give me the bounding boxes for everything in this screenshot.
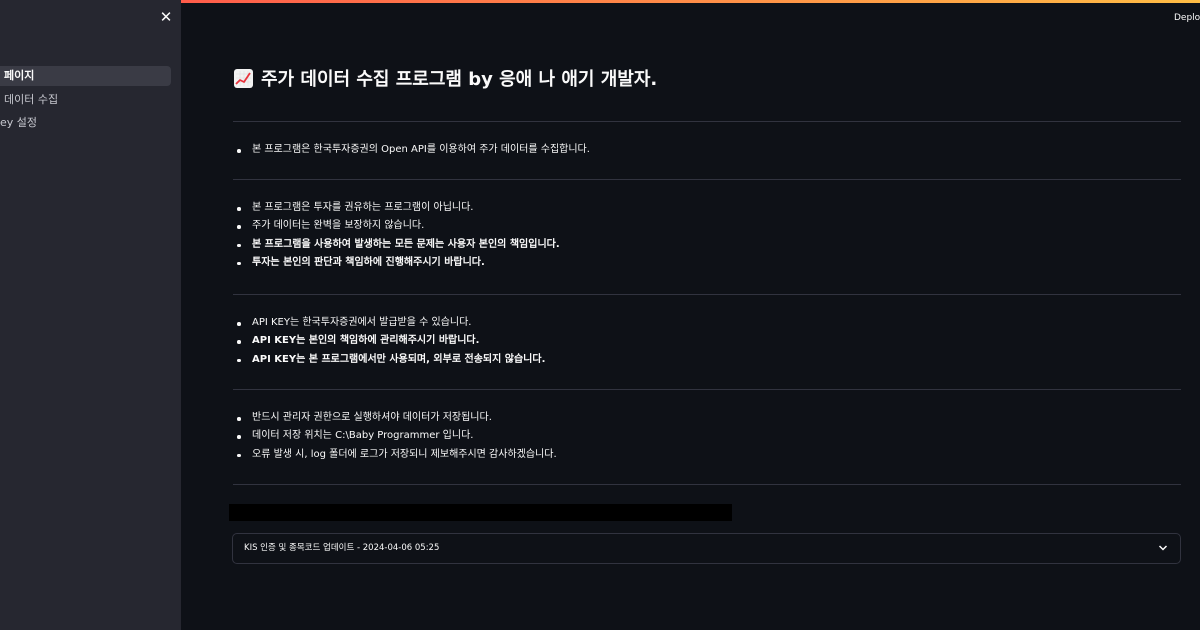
sidebar-nav: 페이지 데이터 수집 ey 설정 (0, 66, 171, 137)
redacted-bar (229, 504, 732, 521)
section-3-list: API KEY는 한국투자증권에서 발급받을 수 있습니다. API KEY는 … (233, 314, 545, 369)
list-item: 본 프로그램은 한국투자증권의 Open API를 이용하여 주가 데이터를 수… (233, 141, 590, 159)
chart-increasing-icon (234, 69, 253, 88)
divider (233, 294, 1181, 295)
list-item: 오류 발생 시, log 폴더에 로그가 저장되니 제보해주시면 감사하겠습니다… (233, 446, 557, 464)
chevron-down-icon[interactable] (1158, 544, 1168, 552)
section-1-list: 본 프로그램은 한국투자증권의 Open API를 이용하여 주가 데이터를 수… (233, 141, 590, 159)
list-item: 반드시 관리자 권한으로 실행하셔야 데이터가 저장됩니다. (233, 409, 557, 427)
sidebar-item-key-settings[interactable]: ey 설정 (0, 113, 171, 133)
sidebar-item-page[interactable]: 페이지 (0, 66, 171, 86)
list-item: 본 프로그램은 투자를 권유하는 프로그램이 아닙니다. (233, 199, 560, 217)
section-2-list: 본 프로그램은 투자를 권유하는 프로그램이 아닙니다. 주가 데이터는 완벽을… (233, 199, 560, 272)
list-item: API KEY는 한국투자증권에서 발급받을 수 있습니다. (233, 314, 545, 332)
list-item: 본 프로그램을 사용하여 발생하는 모든 문제는 사용자 본인의 책임입니다. (233, 236, 560, 254)
expander-label: KIS 인증 및 종목코드 업데이트 - 2024-04-06 05:25 (244, 543, 440, 553)
list-item: API KEY는 본 프로그램에서만 사용되며, 외부로 전송되지 않습니다. (233, 351, 545, 369)
list-item: 투자는 본인의 판단과 책임하에 진행해주시기 바랍니다. (233, 254, 560, 272)
main-content: 주가 데이터 수집 프로그램 by 응애 나 애기 개발자. 본 프로그램은 한… (181, 0, 1200, 630)
divider (233, 484, 1181, 485)
divider (233, 121, 1181, 122)
section-4-list: 반드시 관리자 권한으로 실행하셔야 데이터가 저장됩니다. 데이터 저장 위치… (233, 409, 557, 464)
page-title: 주가 데이터 수집 프로그램 by 응애 나 애기 개발자. (234, 67, 657, 93)
divider (233, 389, 1181, 390)
sidebar: ✕ 페이지 데이터 수집 ey 설정 (0, 0, 181, 630)
kis-update-expander[interactable]: KIS 인증 및 종목코드 업데이트 - 2024-04-06 05:25 (232, 533, 1181, 564)
list-item: 데이터 저장 위치는 C:\Baby Programmer 입니다. (233, 427, 557, 445)
close-icon[interactable]: ✕ (158, 9, 174, 25)
sidebar-item-label: 페이지 (4, 69, 35, 82)
page-title-text: 주가 데이터 수집 프로그램 by 응애 나 애기 개발자. (261, 69, 658, 90)
sidebar-item-data-collection[interactable]: 데이터 수집 (0, 90, 171, 110)
sidebar-item-label: ey 설정 (0, 116, 38, 129)
list-item: API KEY는 본인의 책임하에 관리해주시기 바랍니다. (233, 332, 545, 350)
list-item: 주가 데이터는 완벽을 보장하지 않습니다. (233, 217, 560, 235)
sidebar-item-label: 데이터 수집 (4, 92, 59, 106)
divider (233, 179, 1181, 180)
